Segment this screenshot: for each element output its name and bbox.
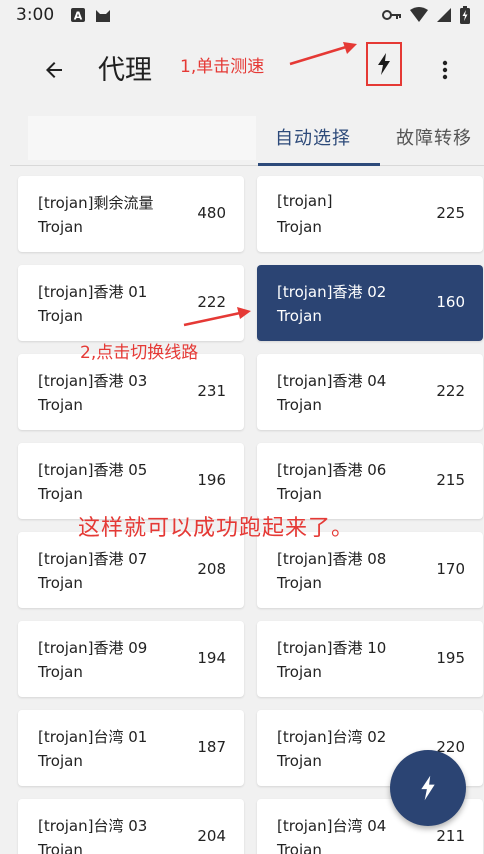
proxy-name: [trojan]香港 02: [277, 283, 387, 301]
proxy-protocol: Trojan: [38, 663, 83, 681]
proxy-card[interactable]: [trojan]香港 04 Trojan 222: [257, 354, 483, 430]
proxy-card[interactable]: [trojan]香港 01 Trojan 222: [18, 265, 244, 341]
proxy-latency: 215: [436, 471, 465, 489]
proxy-name: [trojan]剩余流量: [38, 194, 154, 212]
vpn-key-icon: [382, 8, 402, 22]
proxy-protocol: Trojan: [277, 752, 322, 770]
proxy-latency: 480: [197, 204, 226, 222]
proxy-protocol: Trojan: [38, 218, 83, 236]
lightning-bolt-icon: [421, 775, 435, 801]
speed-test-button[interactable]: [366, 42, 402, 86]
proxy-protocol: Trojan: [277, 307, 322, 325]
proxy-name: [trojan]香港 08: [277, 550, 387, 568]
battery-charging-icon: [460, 6, 470, 24]
proxy-card[interactable]: [trojan]香港 07 Trojan 208: [18, 532, 244, 608]
lightning-bolt-icon: [378, 53, 390, 75]
proxy-name: [trojan]香港 01: [38, 283, 148, 301]
proxy-name: [trojan]: [277, 192, 333, 210]
more-vertical-icon: [442, 60, 448, 80]
proxy-latency: 160: [436, 293, 465, 311]
proxy-card[interactable]: [trojan]香港 05 Trojan 196: [18, 443, 244, 519]
annotation-step2: 2,点击切换线路: [80, 343, 199, 363]
proxy-protocol: Trojan: [277, 485, 322, 503]
tab-auto-select[interactable]: 自动选择: [275, 124, 351, 150]
page-title: 代理: [98, 55, 152, 86]
proxy-protocol: Trojan: [38, 396, 83, 414]
proxy-name: [trojan]香港 03: [38, 372, 148, 390]
svg-text:A: A: [74, 10, 83, 23]
wifi-icon: [410, 7, 428, 23]
proxy-protocol: Trojan: [277, 841, 322, 854]
proxy-name: [trojan]香港 04: [277, 372, 387, 390]
proxy-protocol: Trojan: [277, 218, 322, 236]
proxy-latency: 222: [197, 293, 226, 311]
proxy-protocol: Trojan: [38, 752, 83, 770]
tab-failover[interactable]: 故障转移: [396, 124, 472, 150]
group-tabs: 自动选择 故障转移: [10, 112, 484, 166]
proxy-card[interactable]: [trojan]台湾 03 Trojan 204: [18, 799, 244, 854]
app-notification-a-icon: A: [70, 7, 86, 23]
cellular-signal-icon: [436, 7, 452, 23]
tab-placeholder: [28, 116, 256, 160]
proxy-card[interactable]: [trojan]香港 06 Trojan 215: [257, 443, 483, 519]
proxy-protocol: Trojan: [38, 307, 83, 325]
tab-indicator: [258, 163, 380, 166]
proxy-card[interactable]: [trojan]香港 03 Trojan 231: [18, 354, 244, 430]
proxy-name: [trojan]香港 07: [38, 550, 148, 568]
proxy-card[interactable]: [trojan]剩余流量 Trojan 480: [18, 176, 244, 252]
status-bar: 3:00 A: [0, 0, 484, 30]
proxy-latency: 187: [197, 738, 226, 756]
proxy-name: [trojan]台湾 01: [38, 728, 148, 746]
proxy-latency: 211: [436, 827, 465, 845]
proxy-card[interactable]: [trojan]香港 08 Trojan 170: [257, 532, 483, 608]
annotation-note: 这样就可以成功跑起来了。: [78, 516, 355, 541]
proxy-latency: 195: [436, 649, 465, 667]
proxy-latency: 225: [436, 204, 465, 222]
proxy-name: [trojan]香港 05: [38, 461, 148, 479]
proxy-latency: 170: [436, 560, 465, 578]
cat-notification-icon: [94, 7, 112, 23]
proxy-protocol: Trojan: [38, 841, 83, 854]
arrow-left-icon: [46, 62, 62, 78]
proxy-protocol: Trojan: [38, 574, 83, 592]
proxy-card[interactable]: [trojan]台湾 01 Trojan 187: [18, 710, 244, 786]
proxy-card[interactable]: [trojan] Trojan 225: [257, 176, 483, 252]
proxy-name: [trojan]台湾 02: [277, 728, 387, 746]
proxy-name: [trojan]台湾 03: [38, 817, 148, 835]
proxy-latency: 208: [197, 560, 226, 578]
status-time: 3:00: [16, 5, 55, 25]
proxy-latency: 194: [197, 649, 226, 667]
proxy-protocol: Trojan: [277, 574, 322, 592]
proxy-card[interactable]: [trojan]香港 10 Trojan 195: [257, 621, 483, 697]
proxy-name: [trojan]香港 06: [277, 461, 387, 479]
proxy-card[interactable]: [trojan]香港 09 Trojan 194: [18, 621, 244, 697]
proxy-protocol: Trojan: [38, 485, 83, 503]
proxy-name: [trojan]香港 10: [277, 639, 387, 657]
annotation-step1: 1,单击测速: [180, 57, 265, 77]
proxy-protocol: Trojan: [277, 663, 322, 681]
proxy-card-selected[interactable]: [trojan]香港 02 Trojan 160: [257, 265, 483, 341]
proxy-latency: 204: [197, 827, 226, 845]
proxy-name: [trojan]香港 09: [38, 639, 148, 657]
more-options-button[interactable]: [430, 50, 460, 90]
proxy-protocol: Trojan: [277, 396, 322, 414]
proxy-latency: 196: [197, 471, 226, 489]
speed-test-fab[interactable]: [390, 750, 466, 826]
proxy-latency: 222: [436, 382, 465, 400]
proxy-name: [trojan]台湾 04: [277, 817, 387, 835]
proxy-latency: 231: [197, 382, 226, 400]
back-button[interactable]: [34, 50, 74, 90]
